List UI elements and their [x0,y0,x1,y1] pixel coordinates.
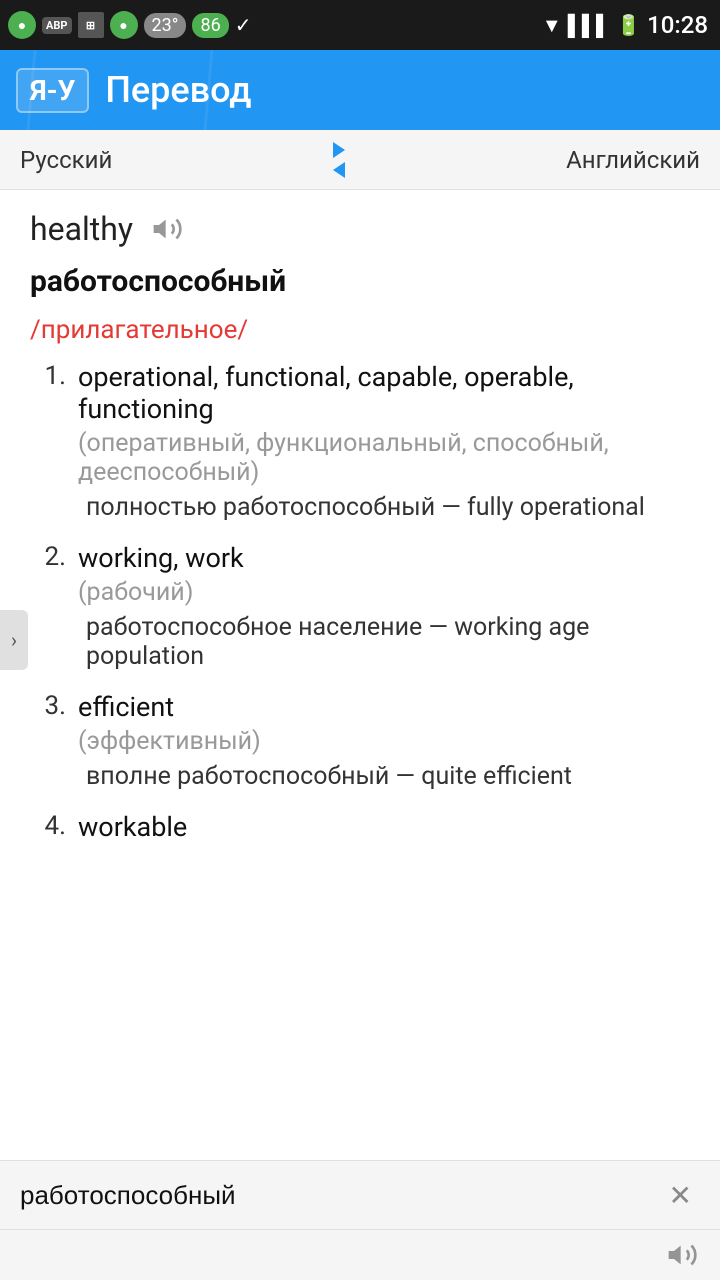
status-bar-left: ● АВР ⊞ ● 23° 86 ✓ [8,11,251,39]
search-word: healthy [30,210,133,248]
clock: 10:28 [647,11,708,39]
arrow-left-icon [333,162,345,178]
def-num-3: 3. [30,691,66,791]
target-language[interactable]: Английский [566,146,700,174]
chevron-right-icon: › [11,628,17,652]
language-selector[interactable]: Русский Английский [0,130,720,190]
search-input-row[interactable]: ✕ [0,1161,720,1230]
status-icon-green2: ● [110,11,138,39]
def-main-2: working, work [78,542,690,574]
status-bar: ● АВР ⊞ ● 23° 86 ✓ ▼ ▌▌▌ 🔋 10:28 [0,0,720,50]
table-icon: ⊞ [78,12,104,38]
arrow-right-icon [333,142,345,158]
def-main-3: efficient [78,691,690,723]
definition-item-3: 3. efficient (эффективный) вполне работо… [30,691,690,791]
def-num-4: 4. [30,811,66,847]
wifi-icon: ▼ [542,13,562,38]
bottom-speaker-button[interactable] [664,1237,700,1273]
def-example-2: работоспособное население — working age … [86,613,690,671]
word-speaker-button[interactable] [149,211,185,247]
search-input[interactable] [20,1180,661,1211]
translation-word: работоспособный [30,264,690,299]
language-switch-button[interactable] [333,142,345,178]
def-content-3: efficient (эффективный) вполне работоспо… [78,691,690,791]
definition-item-4: 4. workable [30,811,690,847]
bottom-actions-row [0,1230,720,1280]
status-icon-green: ● [8,11,36,39]
word-header-row: healthy [30,210,690,248]
battery-percent: 86 [192,13,228,38]
def-main-4: workable [78,811,690,843]
clear-button[interactable]: ✕ [661,1171,700,1220]
def-russian-3: (эффективный) [78,727,690,756]
definitions-list: 1. operational, functional, capable, ope… [30,361,690,847]
def-russian-2: (рабочий) [78,578,690,607]
side-tab[interactable]: › [0,610,28,670]
temp-display: 23° [144,13,187,38]
def-russian-1: (оперативный, функциональный, способный,… [78,429,690,487]
header-watermark [26,50,215,130]
battery-icon: 🔋 [616,13,641,37]
main-content: healthy работоспособный /прилагательное/… [0,190,720,1190]
status-bar-right: ▼ ▌▌▌ 🔋 10:28 [542,11,708,39]
def-num-2: 2. [30,542,66,671]
bottom-bar: ✕ [0,1160,720,1280]
part-of-speech: /прилагательное/ [30,315,690,345]
def-num-1: 1. [30,361,66,522]
app-header: Я-У Перевод [0,50,720,130]
source-language[interactable]: Русский [20,146,112,174]
def-content-4: workable [78,811,690,847]
check-icon: ✓ [235,13,252,37]
signal-icon: ▌▌▌ [568,13,611,38]
definition-item-1: 1. operational, functional, capable, ope… [30,361,690,522]
def-content-1: operational, functional, capable, operab… [78,361,690,522]
def-content-2: working, work (рабочий) работоспособное … [78,542,690,671]
definition-item-2: 2. working, work (рабочий) работоспособн… [30,542,690,671]
def-example-3: вполне работоспособный — quite efficient [86,762,690,791]
abp-icon: АВР [42,17,72,34]
def-main-1: operational, functional, capable, operab… [78,361,690,425]
def-example-1: полностью работоспособный — fully operat… [86,493,690,522]
